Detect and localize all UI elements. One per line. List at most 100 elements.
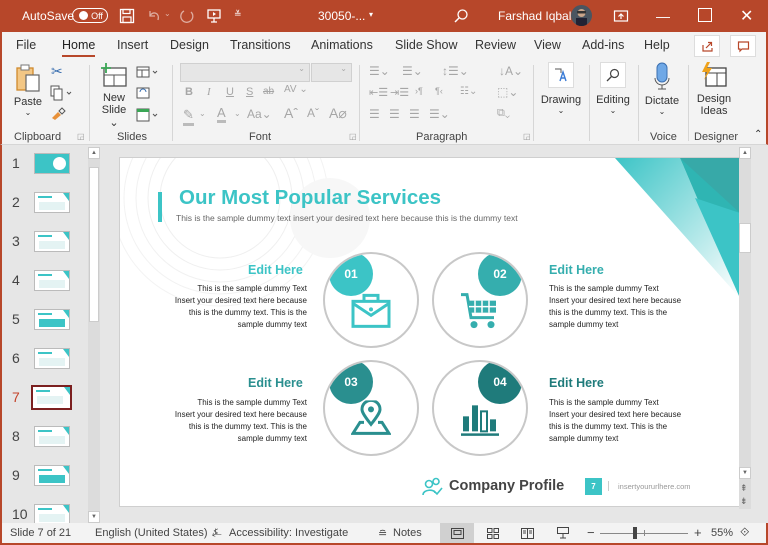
slide-thumbnail-7[interactable]: 7: [2, 385, 87, 415]
tab-file[interactable]: File: [16, 38, 36, 52]
rtl-icon[interactable]: ¶‹: [435, 86, 443, 96]
tab-transitions[interactable]: Transitions: [230, 38, 291, 52]
zoom-level[interactable]: 55%: [711, 527, 733, 539]
tab-design[interactable]: Design: [170, 38, 209, 52]
section-icon[interactable]: [136, 108, 160, 125]
paste-button[interactable]: Paste ⌄: [12, 63, 44, 117]
bold-icon[interactable]: B: [185, 86, 193, 98]
shadow-icon[interactable]: S: [246, 86, 253, 98]
save-icon[interactable]: [118, 7, 136, 25]
text-direction-icon[interactable]: ↓A⌄: [499, 64, 523, 78]
font-size-select[interactable]: ⌄: [311, 63, 352, 82]
slide-sorter-button[interactable]: [487, 528, 499, 542]
smartart-icon[interactable]: ⧉⌄: [497, 107, 510, 120]
bullets-icon[interactable]: ☰⌄: [369, 64, 390, 78]
service-description-02[interactable]: This is the sample dummy Text Insert your…: [549, 283, 684, 331]
highlight-color-icon[interactable]: ✎: [183, 107, 194, 126]
undo-icon[interactable]: [145, 7, 163, 25]
normal-view-button[interactable]: [440, 523, 474, 543]
new-slide-button[interactable]: New Slide ⌄: [96, 63, 132, 129]
font-color-icon[interactable]: A: [217, 105, 226, 123]
thumbnail-preview[interactable]: [34, 348, 70, 369]
collapse-ribbon-icon[interactable]: ⌃: [754, 129, 762, 140]
tab-review[interactable]: Review: [475, 38, 516, 52]
service-heading-03[interactable]: Edit Here: [248, 376, 303, 390]
service-description-01[interactable]: This is the sample dummy Text Insert your…: [172, 283, 307, 331]
zoom-in-button[interactable]: +: [694, 525, 702, 540]
next-slide-button[interactable]: ⇟: [740, 496, 748, 507]
strikethrough-icon[interactable]: ab: [263, 86, 274, 97]
tab-add-ins[interactable]: Add-ins: [582, 38, 624, 52]
thumbnail-preview[interactable]: [34, 270, 70, 291]
editing-button[interactable]: Editing ⌄: [593, 62, 633, 115]
user-avatar[interactable]: [571, 5, 592, 26]
slide-thumbnail-9[interactable]: 9: [2, 463, 87, 493]
drawing-button[interactable]: Drawing ⌄: [540, 62, 582, 115]
service-description-03[interactable]: This is the sample dummy Text Insert your…: [172, 397, 307, 445]
service-heading-02[interactable]: Edit Here: [549, 263, 604, 277]
reset-slide-icon[interactable]: [136, 86, 150, 102]
slide-counter[interactable]: Slide 7 of 21: [10, 527, 71, 539]
change-case-icon[interactable]: Aa⌄: [247, 107, 272, 121]
slide-canvas[interactable]: Our Most Popular Services This is the sa…: [119, 157, 741, 507]
file-name[interactable]: 30050-...: [318, 9, 365, 23]
tab-view[interactable]: View: [534, 38, 561, 52]
user-name[interactable]: Farshad Iqbal: [498, 9, 571, 23]
filename-dropdown-icon[interactable]: ▾: [369, 10, 373, 19]
previous-slide-button[interactable]: ⇞: [740, 483, 748, 494]
align-center-icon[interactable]: ☰: [389, 107, 400, 121]
customize-toolbar-icon[interactable]: ≚: [234, 9, 242, 20]
columns-icon[interactable]: ☷⌄: [460, 86, 477, 97]
clear-formatting-icon[interactable]: A⌀: [329, 105, 347, 122]
present-from-start-icon[interactable]: [205, 7, 223, 25]
copy-icon[interactable]: [50, 85, 74, 104]
thumbnail-preview[interactable]: [34, 309, 70, 330]
thumbnail-preview[interactable]: [34, 231, 70, 252]
tab-slide-show[interactable]: Slide Show: [395, 38, 458, 52]
design-ideas-button[interactable]: Design Ideas: [692, 62, 736, 117]
font-name-select[interactable]: ⌄: [180, 63, 310, 82]
minimize-button[interactable]: —: [656, 8, 670, 24]
scroll-down-button[interactable]: ▼: [88, 511, 100, 523]
service-circle-02[interactable]: 02: [432, 252, 528, 348]
service-heading-01[interactable]: Edit Here: [248, 263, 303, 277]
increase-font-size-icon[interactable]: Aˆ: [284, 105, 298, 121]
search-icon[interactable]: [452, 7, 470, 25]
zoom-slider-track[interactable]: [600, 527, 688, 539]
align-right-icon[interactable]: ☰: [409, 107, 420, 121]
thumbnail-scrollbar[interactable]: ▲ ▼: [88, 147, 100, 523]
service-circle-01[interactable]: 01: [323, 252, 419, 348]
slide-thumbnail-6[interactable]: 6: [2, 346, 87, 376]
language-indicator[interactable]: English (United States): [95, 527, 208, 539]
ribbon-display-options-icon[interactable]: [612, 8, 630, 24]
dictate-button[interactable]: Dictate ⌄: [642, 62, 682, 116]
slide-subtitle[interactable]: This is the sample dummy text insert you…: [176, 213, 518, 223]
notes-button[interactable]: Notes: [393, 527, 422, 539]
thumbnail-preview[interactable]: [34, 153, 70, 174]
service-heading-04[interactable]: Edit Here: [549, 376, 604, 390]
tab-home[interactable]: Home: [62, 38, 96, 57]
zoom-out-button[interactable]: −: [587, 525, 595, 540]
zoom-slider-thumb[interactable]: [633, 527, 638, 539]
scroll-up-button[interactable]: ▲: [88, 147, 100, 159]
service-circle-03[interactable]: 03: [323, 360, 419, 456]
slide-title[interactable]: Our Most Popular Services: [179, 186, 441, 210]
underline-icon[interactable]: U: [226, 86, 234, 98]
character-spacing-icon[interactable]: AV ⌄: [284, 84, 308, 95]
thumbnail-preview[interactable]: [34, 504, 70, 525]
decrease-indent-icon[interactable]: ⇤☰: [369, 86, 388, 99]
thumbnail-preview[interactable]: [34, 465, 70, 486]
ltr-icon[interactable]: ›¶: [415, 86, 423, 96]
scroll-down-button[interactable]: ▼: [739, 467, 751, 479]
italic-icon[interactable]: I: [207, 86, 211, 98]
increase-indent-icon[interactable]: ⇥☰: [390, 86, 409, 99]
align-left-icon[interactable]: ☰: [369, 107, 380, 121]
scroll-thumb[interactable]: [89, 167, 99, 322]
share-button[interactable]: [694, 35, 720, 57]
accessibility-status[interactable]: Accessibility: Investigate: [229, 527, 348, 539]
slide-thumbnail-8[interactable]: 8: [2, 424, 87, 454]
scroll-thumb[interactable]: [739, 223, 751, 253]
reading-view-button[interactable]: [521, 528, 534, 542]
cut-icon[interactable]: ✂: [51, 63, 63, 80]
comments-button[interactable]: [730, 35, 756, 57]
